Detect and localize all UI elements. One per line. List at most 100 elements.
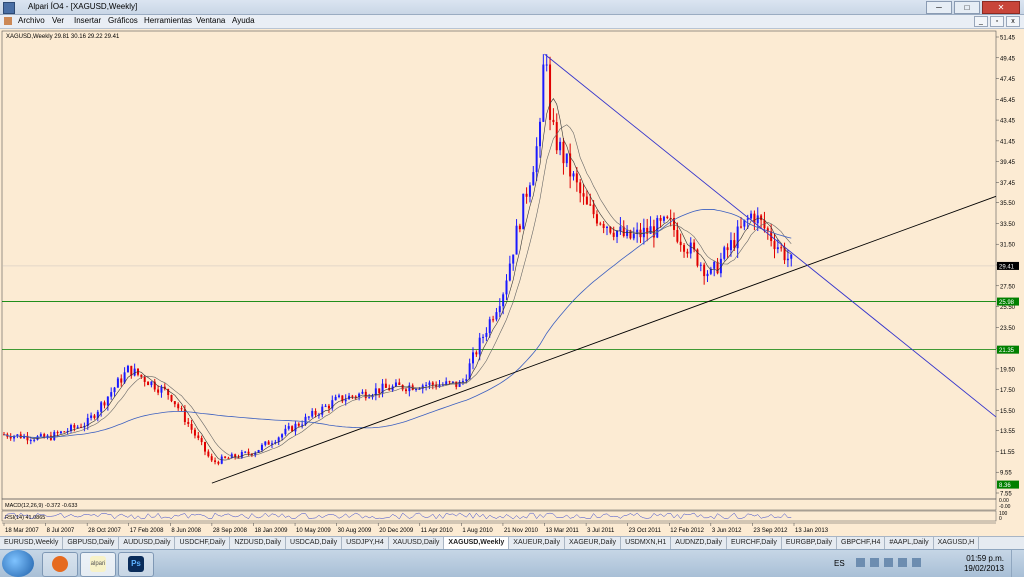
candle-body	[177, 404, 180, 409]
close-button[interactable]: ✕	[982, 1, 1020, 14]
candle-body	[740, 226, 742, 228]
time-label: 11 Apr 2010	[421, 528, 454, 534]
doc-icon[interactable]	[4, 17, 12, 25]
price-chart[interactable]: 51.45 49.45 47.45 45.45 43.45 41.45 39.45 37.45…	[0, 29, 1024, 536]
candle-body	[147, 381, 150, 386]
candle-body	[401, 385, 404, 390]
clock-date[interactable]: 19/02/2013	[964, 564, 1004, 573]
candle-body	[33, 439, 36, 441]
candle-body	[384, 383, 387, 388]
candle-body	[291, 426, 294, 432]
candle-body	[324, 405, 327, 407]
network-icon[interactable]	[898, 558, 907, 567]
candle-body	[284, 428, 287, 435]
start-button[interactable]	[2, 550, 34, 577]
menu-ayuda[interactable]: Ayuda	[232, 16, 255, 25]
price-label: 47.45	[1000, 77, 1016, 83]
macd-label: MACD(12,26,9) -0.372 -0.633	[5, 503, 77, 509]
menu-ventana[interactable]: Ventana	[196, 16, 225, 25]
chart-window[interactable]: 51.45 49.45 47.45 45.45 43.45 41.45 39.45 37.45…	[0, 29, 1024, 536]
mdi-restore-button[interactable]: ▫	[990, 16, 1004, 27]
menu-graficos[interactable]: Gráficos	[108, 16, 138, 25]
candle-body	[508, 263, 511, 281]
minimize-button[interactable]: ─	[926, 1, 952, 14]
candle-body	[73, 425, 76, 428]
flag-icon[interactable]	[884, 558, 893, 567]
support-trendline	[211, 195, 997, 484]
candle-body	[378, 388, 381, 394]
candle-body	[478, 337, 481, 355]
candle-body	[552, 119, 555, 123]
tab-eurusd-weekly[interactable]: EURUSD,Weekly	[0, 537, 64, 549]
candle-body	[579, 182, 582, 194]
tab-xagusd-h[interactable]: XAGUSD,H	[934, 537, 980, 549]
candle-body	[351, 395, 354, 397]
candle-body	[133, 368, 136, 376]
candle-body	[160, 386, 163, 393]
title-bar: Alpari ÍO4 - [XAGUSD,Weekly] ─ □ ✕	[0, 0, 1024, 15]
candle-body	[56, 432, 59, 434]
photoshop-task[interactable]: Ps	[118, 552, 154, 577]
candle-body	[689, 242, 692, 254]
tab-audnzd-daily[interactable]: AUDNZD,Daily	[671, 537, 727, 549]
candle-body	[183, 409, 186, 423]
price-label: 23.50	[1000, 326, 1016, 332]
candle-body	[760, 215, 763, 221]
tab-xaueur-daily[interactable]: XAUEUR,Daily	[509, 537, 565, 549]
tab-gbpusd-daily[interactable]: GBPUSD,Daily	[63, 537, 120, 549]
tab-xagusd-weekly[interactable]: XAGUSD,Weekly	[444, 537, 510, 549]
candle-body	[338, 395, 340, 397]
tab-nzdusd-daily[interactable]: NZDUSD,Daily	[230, 537, 287, 549]
volume-icon[interactable]	[912, 558, 921, 567]
tab--aapl-daily[interactable]: #AAPL,Daily	[885, 537, 934, 549]
tray-icon[interactable]	[856, 558, 865, 567]
tab-gbpchf-h4[interactable]: GBPCHF,H4	[837, 537, 886, 549]
show-desktop-button[interactable]	[1011, 550, 1024, 577]
candle-body	[606, 226, 608, 229]
candle-body	[706, 273, 709, 277]
candle-body	[281, 434, 284, 438]
tab-eurgbp-daily[interactable]: EURGBP,Daily	[782, 537, 838, 549]
tab-xauusd-daily[interactable]: XAUUSD,Daily	[389, 537, 445, 549]
candle-body	[368, 397, 371, 399]
hline-price-label: 25.98	[999, 300, 1015, 306]
candle-body	[465, 379, 468, 381]
tab-usdcad-daily[interactable]: USDCAD,Daily	[286, 537, 343, 549]
maximize-button[interactable]: □	[954, 1, 980, 14]
candle-body	[535, 146, 538, 173]
candle-body	[140, 374, 143, 377]
menu-ver[interactable]: Ver	[52, 16, 64, 25]
mdi-close-button[interactable]: x	[1006, 16, 1020, 27]
candle-body	[575, 173, 578, 183]
taskbar: alpari Ps ES 01:59 p.m. 19/02/2013	[0, 549, 1024, 577]
menu-archivo[interactable]: Archivo	[18, 16, 45, 25]
tab-audusd-daily[interactable]: AUDUSD,Daily	[119, 537, 176, 549]
candle-body	[90, 415, 93, 418]
time-label: 8 Jul 2007	[47, 528, 75, 534]
tab-usdmxn-h1[interactable]: USDMXN,H1	[621, 537, 672, 549]
firefox-task[interactable]	[42, 552, 78, 577]
candle-body	[522, 193, 525, 230]
tab-usdjpy-h4[interactable]: USDJPY,H4	[342, 537, 389, 549]
alpari-task[interactable]: alpari	[80, 552, 116, 577]
mdi-minimize-button[interactable]: _	[974, 16, 988, 27]
candle-body	[699, 264, 702, 266]
candle-body	[485, 332, 488, 337]
candle-body	[683, 245, 686, 252]
menu-herramientas[interactable]: Herramientas	[144, 16, 192, 25]
menu-insertar[interactable]: Insertar	[74, 16, 101, 25]
language-indicator[interactable]: ES	[834, 559, 845, 568]
candle-body	[173, 401, 176, 405]
candle-body	[562, 141, 565, 164]
tab-eurchf-daily[interactable]: EURCHF,Daily	[727, 537, 782, 549]
candle-body	[525, 193, 528, 197]
clock-time[interactable]: 01:59 p.m.	[966, 554, 1004, 563]
photoshop-icon: Ps	[128, 556, 144, 572]
tab-usdchf-daily[interactable]: USDCHF,Daily	[175, 537, 231, 549]
tray-icon[interactable]	[870, 558, 879, 567]
candle-body	[776, 247, 779, 250]
candle-body	[247, 451, 250, 454]
tab-xageur-daily[interactable]: XAGEUR,Daily	[565, 537, 622, 549]
candle-body	[582, 193, 585, 197]
candle-body	[106, 396, 109, 406]
